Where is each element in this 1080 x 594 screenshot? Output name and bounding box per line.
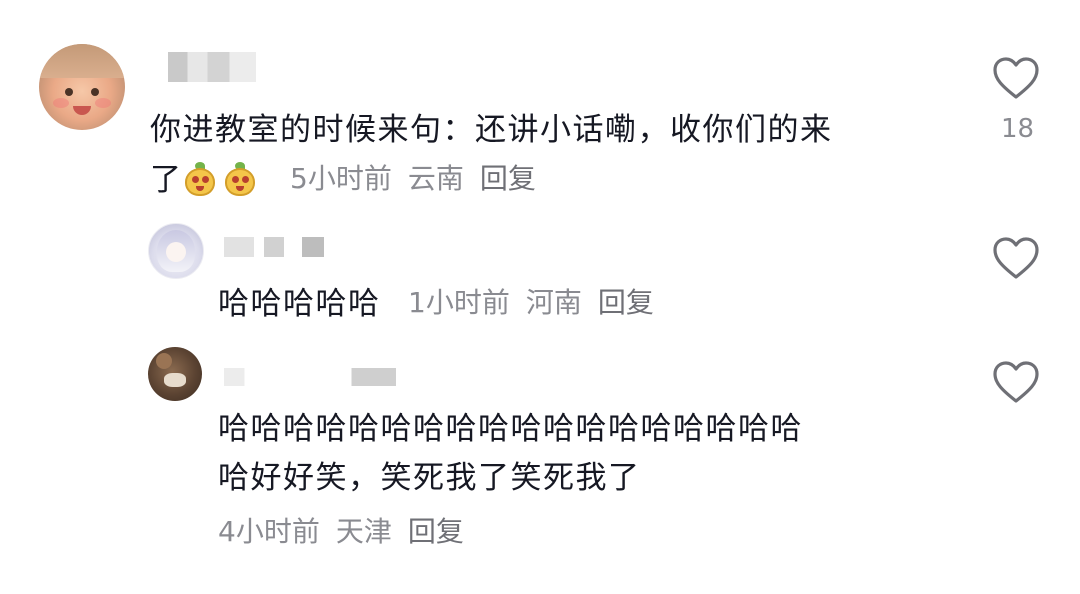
avatar-cheek	[53, 98, 69, 108]
avatar[interactable]	[148, 347, 202, 401]
username-blurred[interactable]	[224, 237, 324, 257]
comment-text-tail: 了	[150, 162, 183, 198]
comment-thread: 你进教室的时候来句：还讲小话嘞，收你们的来 了 5小时前 云南 回复 18 哈哈哈哈…	[0, 0, 1080, 594]
like-count: 18	[1001, 114, 1035, 144]
avatar-cheek	[95, 98, 111, 108]
comment-region: 云南	[407, 162, 464, 195]
avatar-mouth	[73, 106, 91, 115]
reply-text-line: 哈好好笑，笑死我了笑死我了	[218, 460, 641, 496]
reply-meta: 1小时前 河南 回复	[408, 281, 654, 321]
reply-button[interactable]: 回复	[480, 162, 536, 195]
avatar-spot	[164, 373, 186, 387]
peanut-emoji-icon	[223, 162, 257, 196]
avatar[interactable]	[148, 223, 204, 279]
reply-button[interactable]: 回复	[598, 286, 654, 319]
comment-time: 5小时前	[290, 162, 392, 195]
comment-meta: 5小时前 云南 回复	[290, 157, 536, 197]
reply-time: 4小时前	[218, 515, 320, 548]
reply-text-line: 哈哈哈哈哈	[218, 286, 381, 322]
reply-button[interactable]: 回复	[408, 515, 464, 548]
avatar[interactable]	[39, 44, 125, 130]
reply-region: 天津	[335, 515, 392, 548]
comment-text-line: 了	[150, 154, 263, 199]
avatar-hair	[39, 44, 125, 78]
heart-icon[interactable]	[992, 236, 1040, 280]
avatar-eye	[91, 88, 99, 96]
reply-time: 1小时前	[408, 286, 510, 319]
heart-icon[interactable]	[992, 360, 1040, 404]
peanut-emoji-icon	[183, 162, 217, 196]
heart-icon[interactable]	[992, 56, 1040, 100]
avatar-face	[166, 242, 186, 262]
comment-text-line: 你进教室的时候来句：还讲小话嘞，收你们的来	[150, 112, 833, 148]
username-blurred[interactable]	[168, 52, 256, 82]
reply-region: 河南	[525, 286, 582, 319]
reply-meta: 4小时前 天津 回复	[218, 510, 464, 550]
username-blurred[interactable]	[224, 368, 396, 386]
reply-text-line: 哈哈哈哈哈哈哈哈哈哈哈哈哈哈哈哈哈哈	[218, 411, 803, 447]
avatar-eye	[65, 88, 73, 96]
avatar-ear	[156, 353, 172, 369]
